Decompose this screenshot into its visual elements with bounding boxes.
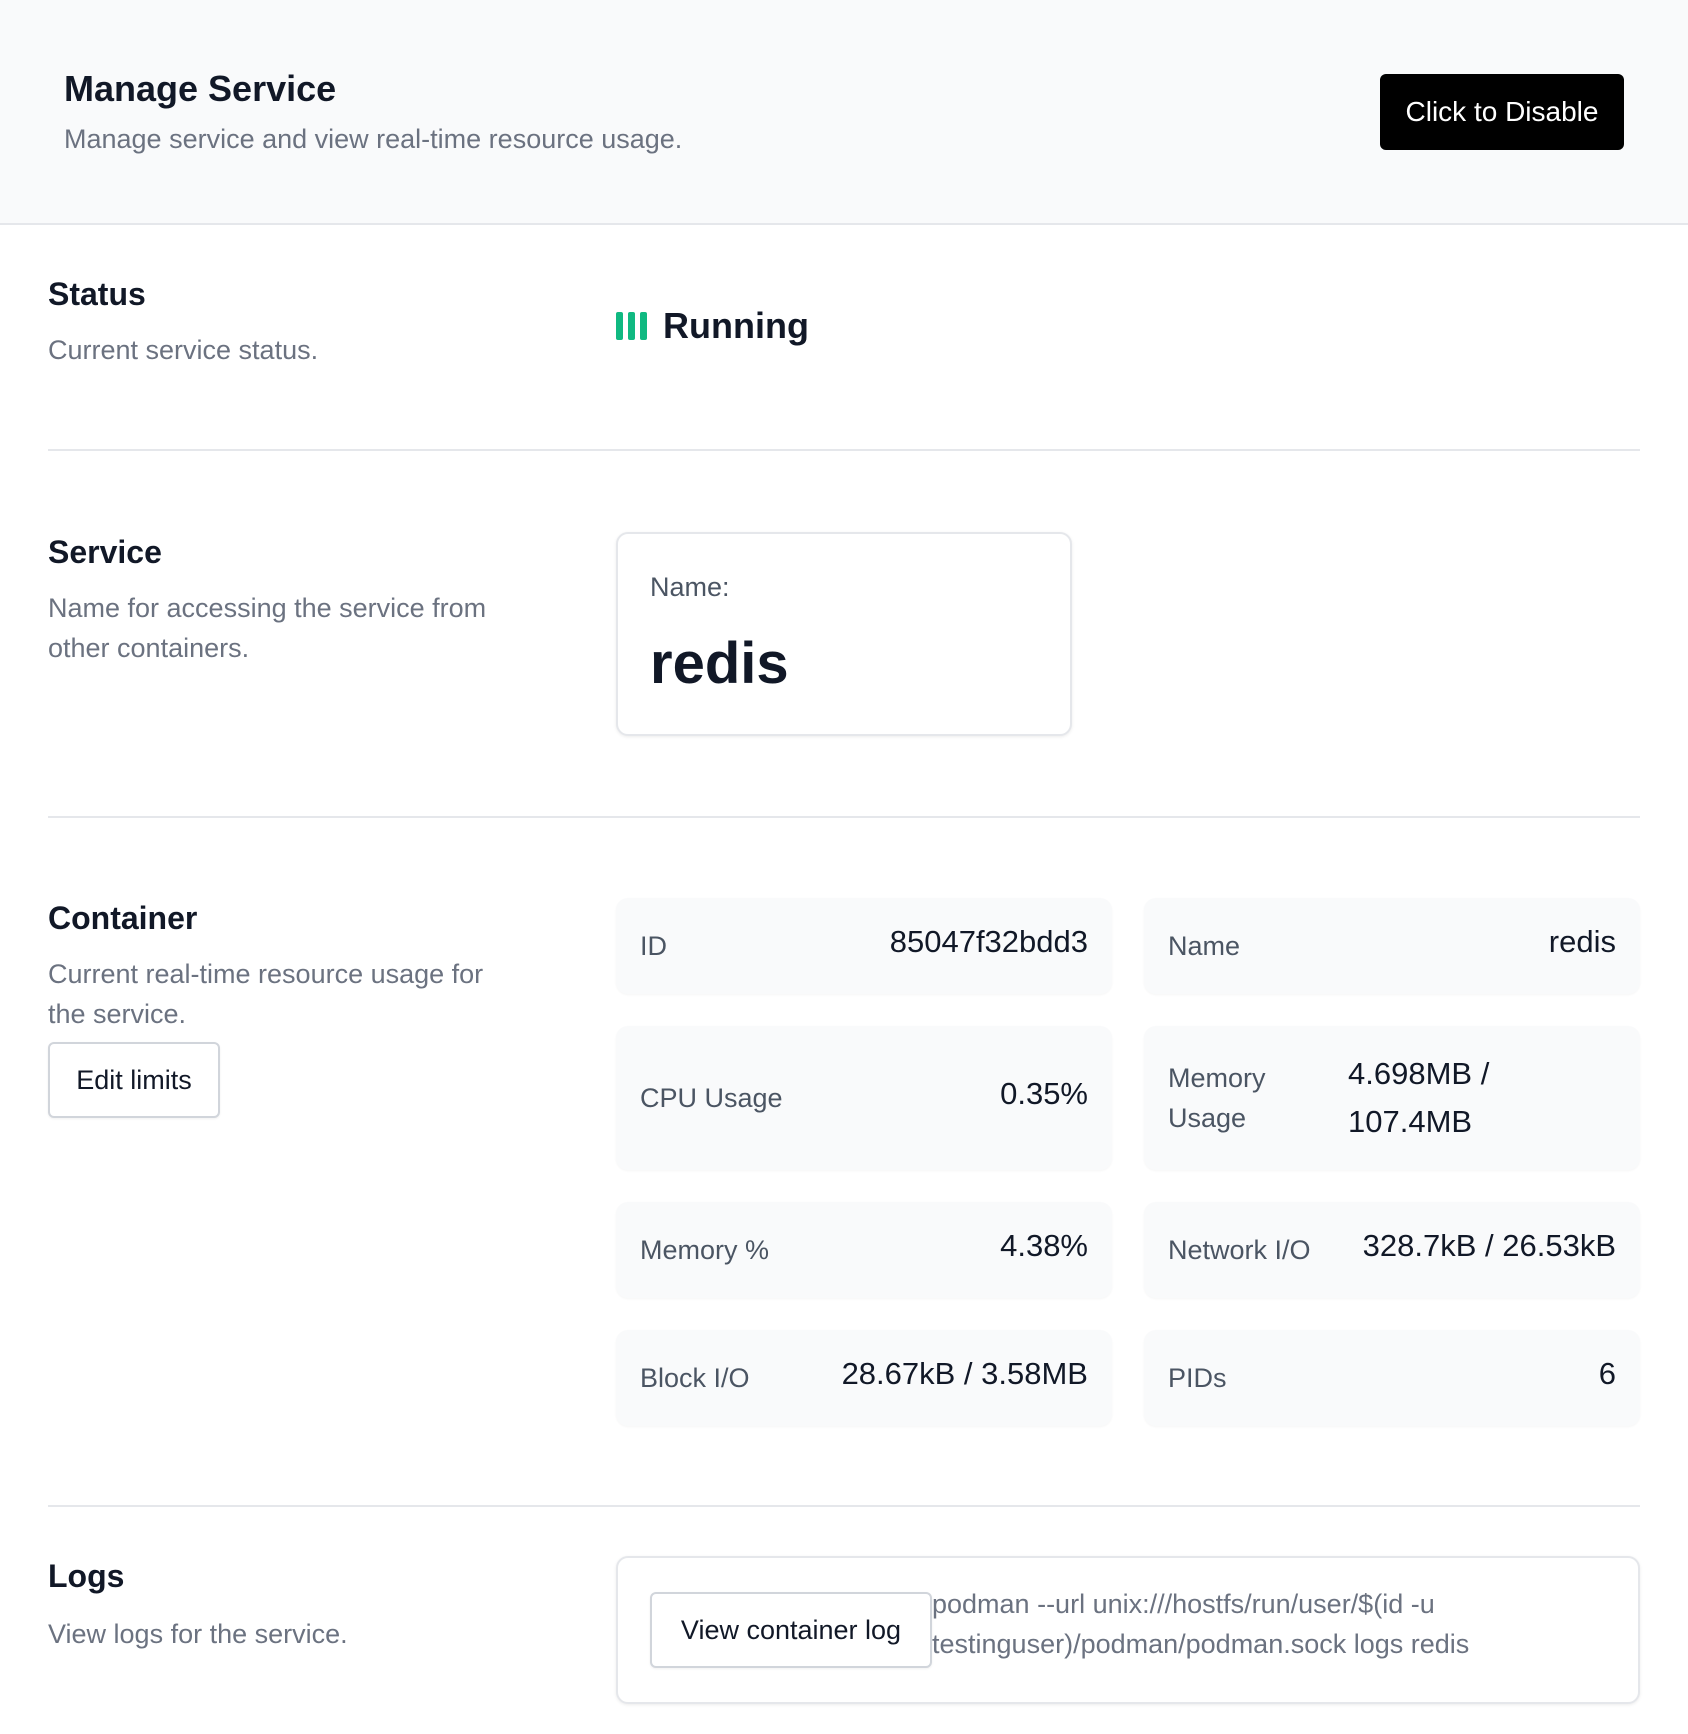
service-name-label: Name: xyxy=(650,572,730,602)
stat-value: 6 xyxy=(1598,1356,1616,1391)
stat-label: PIDs xyxy=(1168,1363,1227,1393)
stat-value: 4.698MB / 107.4MB xyxy=(1348,1056,1490,1139)
container-section-description: Current real-time resource usage for the… xyxy=(48,959,484,1029)
logs-command-text: podman --url unix:///hostfs/run/user/$(i… xyxy=(932,1589,1470,1659)
stat-pids: PIDs 6 xyxy=(1144,1330,1640,1426)
container-section-title: Container xyxy=(48,900,198,936)
status-value: Running xyxy=(663,305,809,346)
service-section-title: Service xyxy=(48,534,162,570)
stat-value: redis xyxy=(1548,924,1616,959)
edit-limits-button[interactable]: Edit limits xyxy=(48,1042,220,1118)
logs-section-description: View logs for the service. xyxy=(48,1619,348,1649)
stat-memory-percent: Memory % 4.38% xyxy=(616,1202,1112,1298)
service-section-description: Name for accessing the service from othe… xyxy=(48,593,487,663)
page-subtitle: Manage service and view real-time resour… xyxy=(64,124,683,154)
stat-label: Memory Usage xyxy=(1168,1063,1266,1133)
status-indicator: Running xyxy=(616,305,809,346)
page-header: Manage Service Manage service and view r… xyxy=(0,0,1688,225)
stat-value: 85047f32bdd3 xyxy=(889,924,1088,959)
stat-memory-usage: Memory Usage 4.698MB / 107.4MB xyxy=(1144,1026,1640,1170)
stat-value: 4.38% xyxy=(1000,1228,1088,1263)
status-section-title: Status xyxy=(48,276,146,312)
stat-value: 328.7kB / 26.53kB xyxy=(1362,1228,1616,1263)
stat-label: CPU Usage xyxy=(640,1083,783,1113)
stat-value: 28.67kB / 3.58MB xyxy=(841,1356,1088,1391)
running-bars-icon xyxy=(616,311,647,341)
stat-block-io: Block I/O 28.67kB / 3.58MB xyxy=(616,1330,1112,1426)
stat-name: Name redis xyxy=(1144,898,1640,994)
stat-network-io: Network I/O 328.7kB / 26.53kB xyxy=(1144,1202,1640,1298)
service-name-value: redis xyxy=(650,631,789,696)
section-divider xyxy=(48,1505,1640,1507)
section-divider xyxy=(48,449,1640,451)
stat-label: Name xyxy=(1168,931,1241,961)
logs-section-title: Logs xyxy=(48,1558,125,1594)
stat-value: 0.35% xyxy=(1000,1076,1088,1111)
view-container-log-button[interactable]: View container log xyxy=(650,1592,932,1668)
service-name-card: Name: redis xyxy=(616,532,1072,736)
stat-cpu-usage: CPU Usage 0.35% xyxy=(616,1026,1112,1170)
disable-service-button[interactable]: Click to Disable xyxy=(1380,74,1624,150)
stat-id: ID 85047f32bdd3 xyxy=(616,898,1112,994)
section-divider xyxy=(48,816,1640,818)
stat-label: Memory % xyxy=(640,1235,770,1265)
logs-card: View container log podman --url unix:///… xyxy=(616,1556,1640,1704)
stat-label: Block I/O xyxy=(640,1363,750,1393)
page-title: Manage Service xyxy=(64,68,337,109)
stat-label: Network I/O xyxy=(1168,1235,1311,1265)
stat-label: ID xyxy=(640,931,667,961)
status-section-description: Current service status. xyxy=(48,335,319,365)
